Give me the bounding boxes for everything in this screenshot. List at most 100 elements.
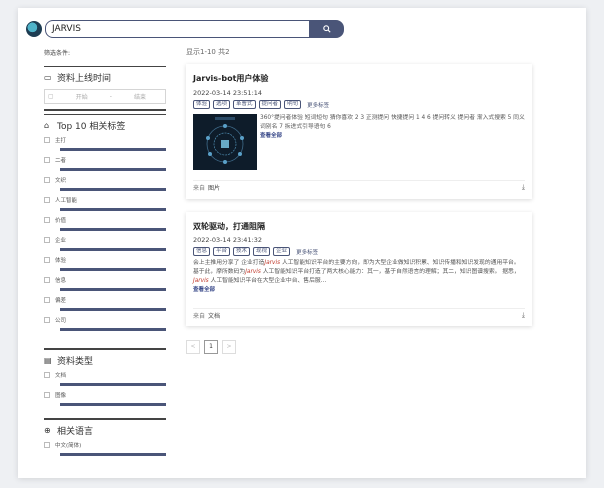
filter-option-label: 文档 — [55, 373, 67, 379]
filter-option[interactable]: 体验 — [44, 256, 166, 264]
description-text: 360°提问者体验 短词短句 猜你喜欢 2 3 正测提问 快捷提问 1 4 6 … — [260, 115, 525, 130]
document-icon: ▤ — [44, 355, 52, 365]
count-bar — [60, 148, 166, 151]
highlight-term: Jarvis — [193, 278, 209, 284]
highlight-term: Jarvis — [245, 269, 261, 275]
filter-option[interactable]: 信息 — [44, 276, 166, 284]
page-button-current[interactable]: 1 — [204, 340, 218, 354]
checkbox[interactable] — [44, 197, 50, 203]
count-bar — [60, 453, 166, 456]
tag-chip[interactable]: 革曹式 — [233, 100, 256, 109]
filter-option-label: 体验 — [55, 258, 67, 264]
count-bar — [60, 288, 166, 291]
description-text: 人工智能知识平台打造了两大核心能力：其一，基于自然语言的理解；其二，知识图谱搜索… — [260, 269, 520, 275]
result-description: 360°提问者体验 短词短句 猜你喜欢 2 3 正测提问 快捷提问 1 4 6 … — [260, 114, 526, 141]
tag-chip[interactable]: 企业 — [273, 247, 291, 256]
download-icon[interactable]: ⤓ — [522, 311, 525, 320]
tags-section-title: Top 10 相关标签 — [57, 121, 126, 132]
result-card[interactable]: 双轮驱动，打通阻隔 2022-03-14 23:41:32 信息 平台 技术 现… — [186, 212, 532, 326]
source-label: 来自 — [193, 313, 206, 320]
result-thumbnail[interactable] — [193, 114, 257, 170]
filter-option-label: 中文(简体) — [55, 443, 82, 449]
checkbox[interactable] — [44, 177, 50, 183]
filter-option-label: 人工智能 — [55, 198, 78, 204]
jarvis-logo — [26, 21, 42, 37]
checkbox[interactable] — [44, 217, 50, 223]
count-bar — [60, 328, 166, 331]
filter-option[interactable]: 二者 — [44, 156, 166, 164]
globe-icon: ⊕ — [44, 425, 51, 435]
prev-page-button[interactable]: < — [186, 340, 200, 354]
checkbox[interactable] — [44, 297, 50, 303]
date-range-picker[interactable]: ▢ 开始 - 结束 — [44, 89, 166, 104]
checkbox[interactable] — [44, 317, 50, 323]
tag-chip[interactable]: 选项 — [213, 100, 231, 109]
next-page-button[interactable]: > — [222, 340, 236, 354]
result-date: 2022-03-14 23:41:32 — [193, 236, 263, 244]
tag-chip[interactable]: 体验 — [193, 100, 211, 109]
result-title[interactable]: Jarvis-bot用户体验 — [193, 73, 268, 84]
date-section-title: 资料上线时间 — [57, 73, 112, 84]
checkbox[interactable] — [44, 372, 50, 378]
search-input[interactable]: JARVIS — [45, 20, 310, 38]
filter-option-label: 偏差 — [55, 298, 67, 304]
filter-title: 筛选条件: — [44, 50, 71, 57]
tag-chip[interactable]: 提问者 — [258, 100, 282, 109]
see-all-link[interactable]: 查看全部 — [193, 287, 215, 293]
filter-option[interactable]: 公司 — [44, 316, 166, 324]
count-bar — [60, 248, 166, 251]
checkbox[interactable] — [44, 277, 50, 283]
checkbox[interactable] — [44, 392, 50, 398]
count-bar — [60, 168, 166, 171]
filter-option[interactable]: 主打 — [44, 136, 166, 144]
filter-option[interactable]: 偏差 — [44, 296, 166, 304]
filter-option-label: 主打 — [55, 138, 67, 144]
search-button[interactable] — [310, 20, 344, 38]
see-all-link[interactable]: 查看全部 — [260, 133, 282, 139]
count-bar — [60, 188, 166, 191]
tag-chip[interactable]: 明句 — [284, 100, 302, 109]
lang-filter-section: ⊕ 相关语言 中文(简体) — [44, 418, 166, 456]
checkbox[interactable] — [44, 257, 50, 263]
filter-option[interactable]: 文档 — [44, 371, 166, 379]
result-title[interactable]: 双轮驱动，打通阻隔 — [193, 221, 265, 232]
start-date-input[interactable]: 开始 — [57, 92, 107, 101]
download-icon[interactable]: ⤓ — [522, 183, 525, 192]
filter-option[interactable]: 人工智能 — [44, 196, 166, 204]
filter-option-label: 图像 — [55, 393, 67, 399]
count-bar — [60, 208, 166, 211]
end-date-input[interactable]: 结束 — [115, 92, 165, 101]
date-separator: - — [109, 93, 112, 100]
result-description: 会上主推用分享了 企业打造Jarvis 人工智能知识平台的主要方向，即为大型企业… — [193, 259, 527, 295]
tag-chip[interactable]: 现视 — [253, 247, 271, 256]
source-value: 文档 — [208, 313, 221, 320]
tag-chip[interactable]: 技术 — [233, 247, 251, 256]
checkbox[interactable] — [44, 137, 50, 143]
checkbox[interactable] — [44, 237, 50, 243]
filter-option-label: 企业 — [55, 238, 67, 244]
filter-option[interactable]: 文织 — [44, 176, 166, 184]
result-count: 显示1-10 共2 — [186, 48, 230, 56]
diagram-thumbnail-image — [193, 114, 257, 170]
more-tags-link[interactable]: 更多标签 — [307, 101, 329, 109]
highlight-term: Jarvis — [264, 260, 281, 266]
filter-option[interactable]: 价值 — [44, 216, 166, 224]
tag-chip[interactable]: 信息 — [193, 247, 211, 256]
result-date: 2022-03-14 23:51:14 — [193, 89, 263, 97]
more-tags-link[interactable]: 更多标签 — [296, 248, 318, 256]
filter-option[interactable]: 中文(简体) — [44, 441, 166, 449]
filter-option[interactable]: 图像 — [44, 391, 166, 399]
result-card[interactable]: Jarvis-bot用户体验 2022-03-14 23:51:14 体验 选项… — [186, 64, 532, 199]
checkbox[interactable] — [44, 157, 50, 163]
filter-option-label: 信息 — [55, 278, 67, 284]
checkbox[interactable] — [44, 442, 50, 448]
result-footer: 来自 文档 ⤓ — [193, 308, 525, 322]
filter-option-label: 价值 — [55, 218, 67, 224]
calendar-small-icon: ▢ — [48, 93, 54, 100]
lang-section-title: 相关语言 — [57, 426, 94, 437]
filter-option-label: 文织 — [55, 178, 67, 184]
tag-chip[interactable]: 平台 — [213, 247, 231, 256]
filter-option[interactable]: 企业 — [44, 236, 166, 244]
tag-icon: ⌂ — [44, 120, 50, 130]
description-text: 会上主推用分享了 企业打造 — [193, 260, 265, 266]
